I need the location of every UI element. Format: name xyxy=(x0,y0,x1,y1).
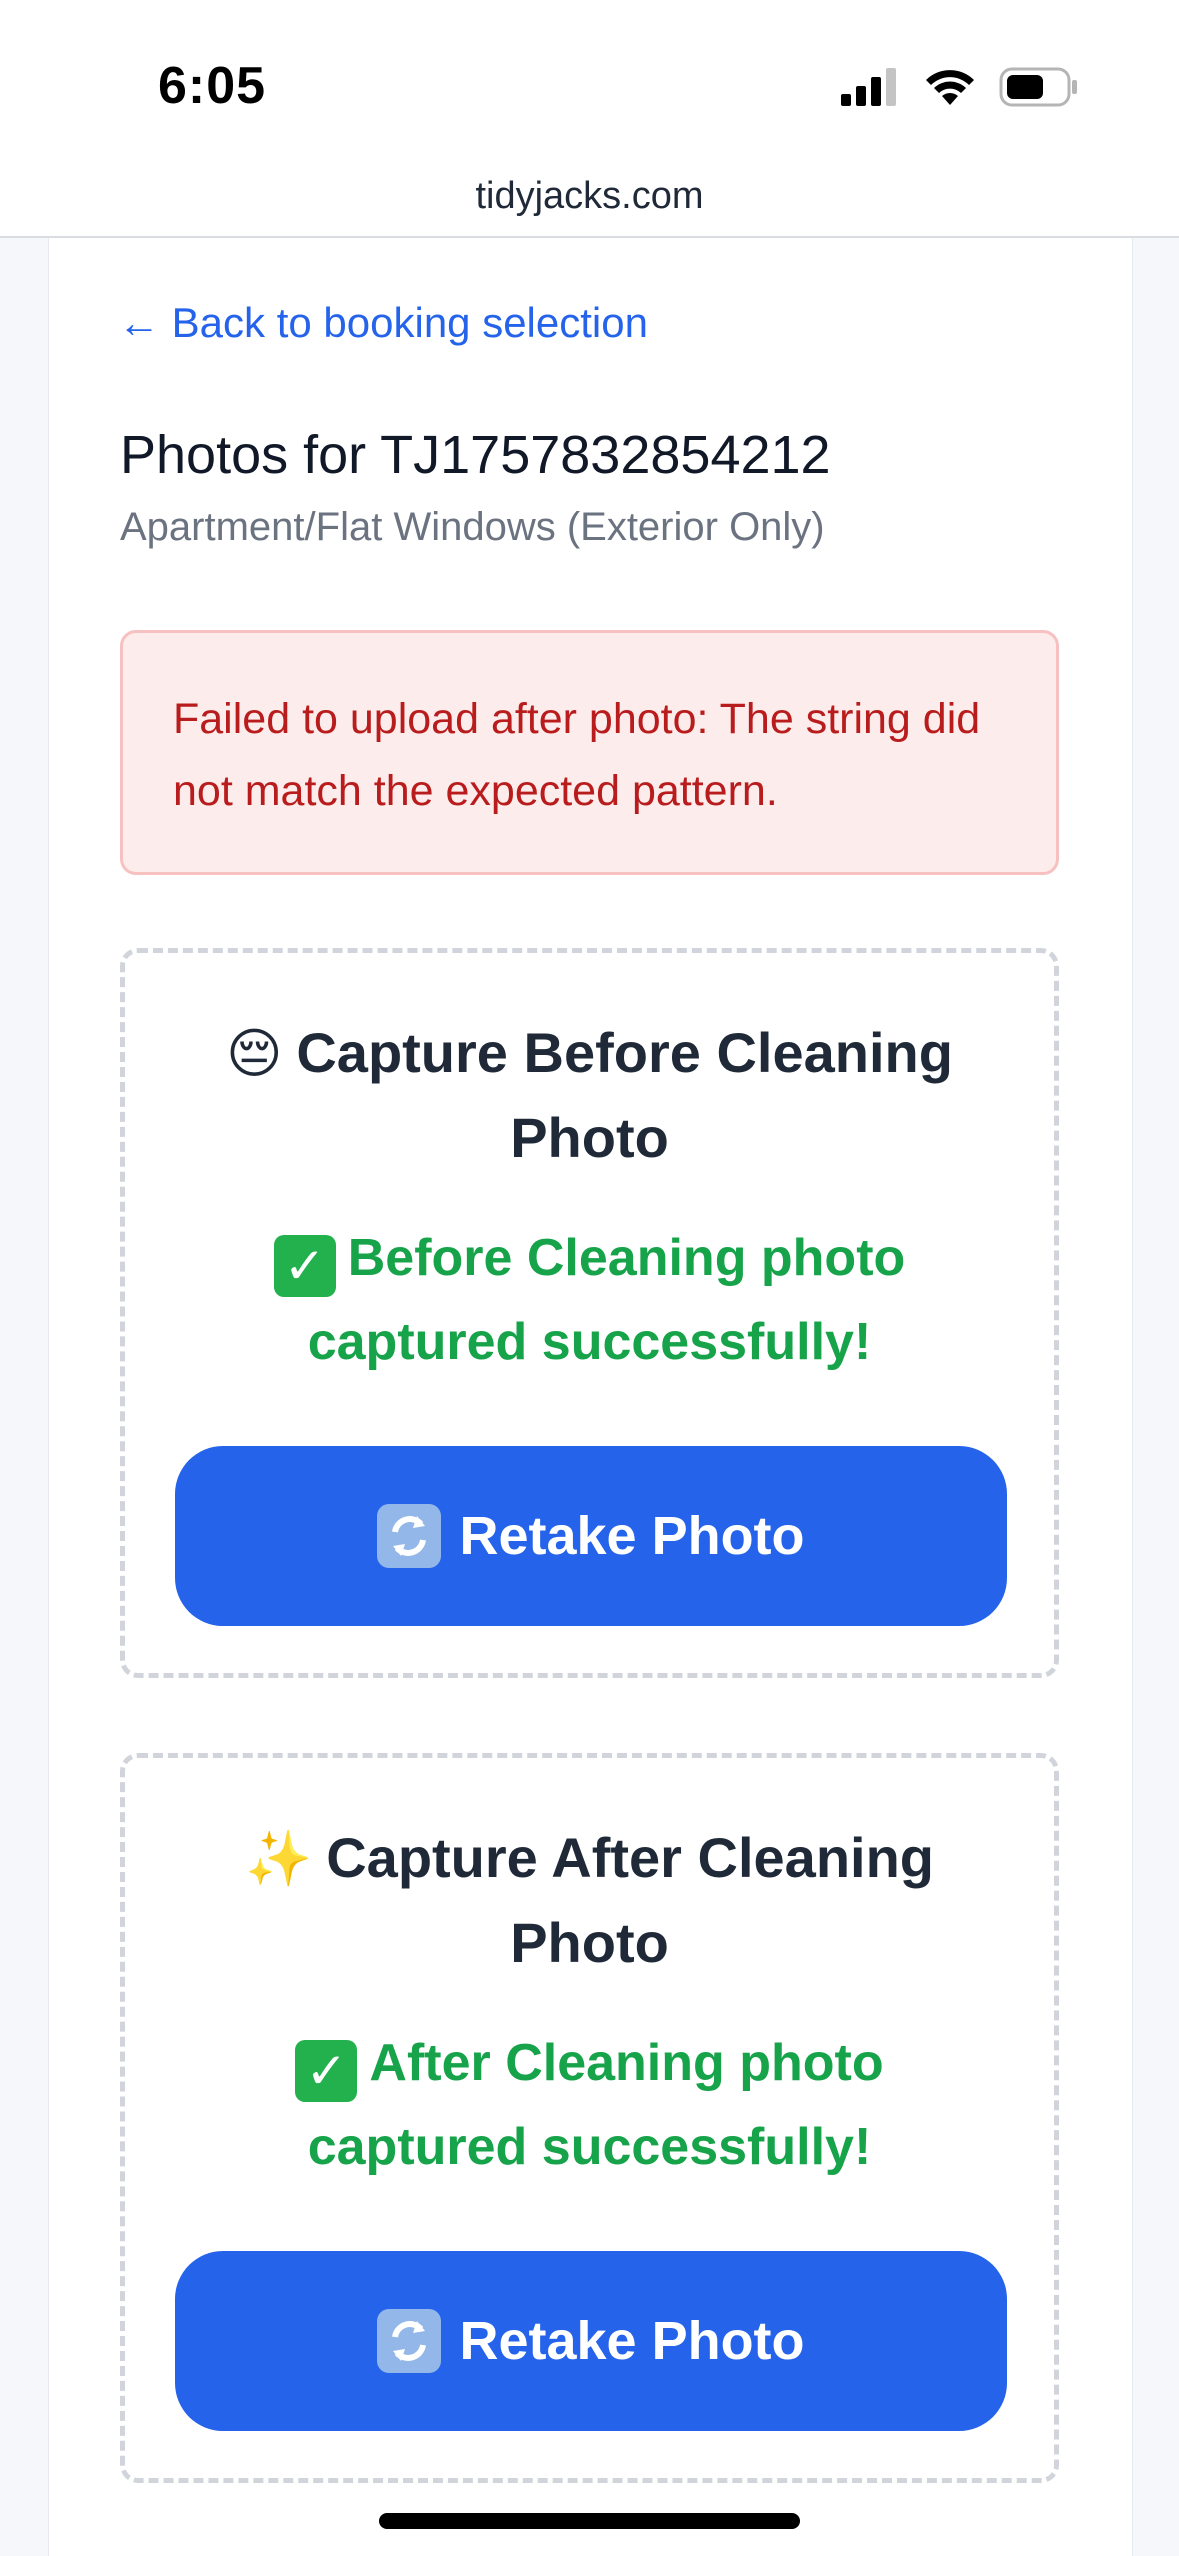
wifi-icon xyxy=(926,70,974,105)
check-mark-icon: ✓ xyxy=(273,1235,336,1297)
check-mark-icon: ✓ xyxy=(295,2040,358,2102)
after-card-heading: ✨ Capture After Cleaning Photo xyxy=(125,1816,1054,1985)
status-time: 6:05 xyxy=(158,57,267,115)
home-indicator[interactable] xyxy=(379,2513,800,2529)
before-success-text: Before Cleaning photo captured successfu… xyxy=(307,1229,906,1371)
browser-url-bar[interactable]: tidyjacks.com xyxy=(0,160,1179,238)
before-card-title: Capture Before Cleaning Photo xyxy=(296,1021,953,1169)
retake-before-photo-button[interactable]: Retake Photo xyxy=(175,1446,1007,1626)
retake-button-label: Retake Photo xyxy=(459,2311,805,2371)
back-to-booking-link[interactable]: ← Back to booking selection xyxy=(118,299,648,347)
retake-button-label: Retake Photo xyxy=(459,1506,805,1566)
after-success-message: ✓ After Cleaning photo captured successfu… xyxy=(125,2021,1054,2189)
status-icons xyxy=(841,66,1079,108)
before-success-message: ✓ Before Cleaning photo captured successf… xyxy=(125,1216,1054,1384)
error-alert: Failed to upload after photo: The string… xyxy=(120,630,1059,875)
refresh-icon xyxy=(377,1504,442,1568)
retake-after-photo-button[interactable]: Retake Photo xyxy=(175,2251,1007,2431)
refresh-icon xyxy=(377,2309,442,2373)
status-bar: 6:05 xyxy=(0,0,1179,160)
after-success-text: After Cleaning photo captured successful… xyxy=(307,2034,884,2176)
page-title: Photos for TJ1757832854212 xyxy=(120,425,831,485)
pensive-face-icon: 😔 xyxy=(226,1024,283,1084)
error-message: Failed to upload after photo: The string… xyxy=(173,695,981,815)
after-photo-card: ✨ Capture After Cleaning Photo ✓ After Cle… xyxy=(120,1753,1059,2483)
before-photo-card: 😔 Capture Before Cleaning Photo ✓ Before C… xyxy=(120,948,1059,1678)
after-card-title: Capture After Cleaning Photo xyxy=(326,1826,935,1974)
signal-icon xyxy=(841,68,896,106)
battery-icon xyxy=(999,67,1077,107)
sparkles-icon: ✨ xyxy=(244,1829,313,1889)
url-text: tidyjacks.com xyxy=(475,175,704,217)
page-subtitle: Apartment/Flat Windows (Exterior Only) xyxy=(120,505,825,549)
before-card-heading: 😔 Capture Before Cleaning Photo xyxy=(125,1011,1054,1180)
